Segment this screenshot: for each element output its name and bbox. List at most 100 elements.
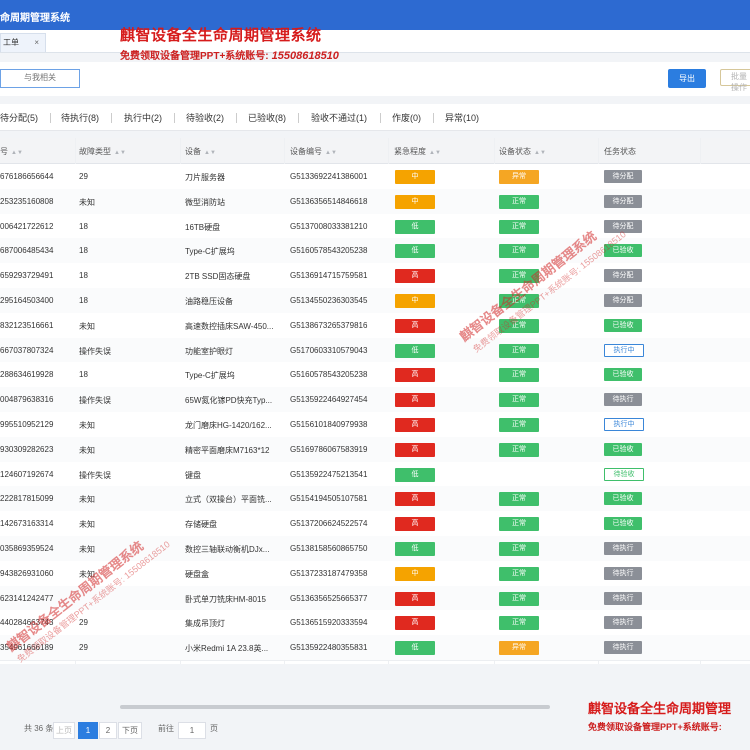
prev-page-button[interactable]: 上页 bbox=[53, 722, 75, 739]
table-row[interactable]: 004879638316 操作失误 65W氮化镓PD快充Typ... G5135922… bbox=[0, 387, 750, 413]
cell-device-code: G5136356525665377 bbox=[290, 593, 368, 603]
cell-device: 油路稳压设备 bbox=[185, 297, 233, 306]
status-tab-pending-exec[interactable]: 待执行(8) bbox=[61, 111, 99, 124]
col-fault-type[interactable]: 故障类型 ▲▼ bbox=[79, 146, 126, 157]
status-tab-accepted[interactable]: 已验收(8) bbox=[248, 111, 286, 124]
cell-device: 功能室护眼灯 bbox=[185, 346, 233, 356]
watermark-subtitle: 免费领取设备管理PPT+系统账号: 15508618510 bbox=[120, 47, 339, 62]
watermark-top: 麒智设备全生命周期管理系统 免费领取设备管理PPT+系统账号: 155086185… bbox=[120, 24, 339, 62]
device-status-badge: 正常 bbox=[499, 591, 539, 606]
cell-fault-type: 18 bbox=[79, 370, 88, 380]
cell-device: 卧式单刀铣床HM-8015 bbox=[185, 594, 266, 604]
task-status-badge: 已验收 bbox=[604, 368, 642, 382]
horizontal-scrollbar[interactable] bbox=[120, 705, 550, 709]
task-status-badge: 待分配 bbox=[604, 194, 642, 208]
divider bbox=[236, 113, 237, 123]
status-tab-rejected[interactable]: 验收不通过(1) bbox=[311, 111, 367, 124]
cell-fault-type: 未知 bbox=[79, 520, 95, 530]
cell-fault-type: 操作失误 bbox=[79, 470, 111, 480]
urgency-badge: 低 bbox=[395, 244, 435, 259]
device-status-badge: 正常 bbox=[499, 566, 539, 581]
cell-no: 035869359524 bbox=[0, 544, 54, 553]
table-row[interactable]: 687006485434 18 Type-C扩展坞 G5160578543205238… bbox=[0, 238, 750, 265]
urgency-badge: 高 bbox=[395, 418, 435, 432]
device-status-badge: 正常 bbox=[499, 418, 539, 432]
sort-icon: ▲▼ bbox=[204, 150, 216, 156]
cell-device-code: G5137206624522574 bbox=[290, 519, 368, 529]
cell-no: 295164503400 bbox=[0, 296, 54, 305]
table-row[interactable]: 354961666189 29 小米Redmi 1A 23.8英... G513592… bbox=[0, 635, 750, 661]
table-row[interactable]: 440284663743 29 集成吊顶灯 G5136515920333594 高正常待… bbox=[0, 610, 750, 637]
cell-device: 立式（双操台）平面铣... bbox=[185, 495, 272, 505]
col-urgency[interactable]: 紧急程度 ▲▼ bbox=[394, 146, 441, 157]
device-status-badge: 正常 bbox=[499, 616, 539, 631]
cell-no: 124607192674 bbox=[0, 469, 54, 479]
cell-fault-type: 未知 bbox=[79, 321, 95, 331]
cell-device: 键盘 bbox=[185, 470, 201, 480]
table-row[interactable]: 222817815099 未知 立式（双操台）平面铣... G515419450510… bbox=[0, 486, 750, 513]
urgency-badge: 高 bbox=[395, 269, 435, 284]
goto-page-input[interactable]: 1 bbox=[178, 722, 206, 739]
status-tab-pending-accept[interactable]: 待验收(2) bbox=[186, 111, 224, 124]
col-device-code[interactable]: 设备编号 ▲▼ bbox=[290, 146, 337, 157]
page-2-button[interactable]: 2 bbox=[99, 722, 117, 739]
export-button[interactable]: 导出 bbox=[668, 69, 706, 88]
cell-no: 995510952129 bbox=[0, 420, 54, 429]
col-device-status[interactable]: 设备状态 ▲▼ bbox=[499, 146, 546, 157]
related-filter[interactable] bbox=[0, 69, 80, 88]
device-status-badge: 正常 bbox=[499, 219, 539, 234]
cell-device-code: G5169786067583919 bbox=[290, 444, 368, 454]
cell-no: 943826931060 bbox=[0, 568, 54, 578]
watermark-bottom-title: 麒智设备全生命周期管理 bbox=[588, 701, 732, 716]
app-title: 命周期管理系统 bbox=[0, 13, 70, 24]
table-row[interactable]: 288634619928 18 Type-C扩展坞 G5160578543205238… bbox=[0, 362, 750, 389]
divider bbox=[298, 113, 299, 123]
cell-no: 142673163314 bbox=[0, 519, 54, 529]
table-row[interactable]: 676186656644 29 刀片服务器 G5133692241386001 中 异常 待… bbox=[0, 164, 750, 190]
table-row[interactable]: 659293729491 18 2TB SSD固态硬盘 G51369147157595… bbox=[0, 263, 750, 289]
cell-device: 小米Redmi 1A 23.8英... bbox=[185, 644, 269, 654]
table-row[interactable]: 667037807324 操作失误 功能室护眼灯 G5170603310579043 低… bbox=[0, 337, 750, 364]
device-status-badge: 正常 bbox=[499, 194, 539, 209]
page-1-button[interactable]: 1 bbox=[78, 722, 98, 739]
related-filter-input[interactable] bbox=[1, 70, 79, 85]
batch-button[interactable]: 批量操作 bbox=[720, 69, 750, 92]
table-row[interactable]: 253235160808 未知 微型消防站 G5136356514846618 中 正常 待… bbox=[0, 188, 750, 215]
table-row[interactable]: 124607192674 操作失误 键盘 G5135922475213541 低 待验收 bbox=[0, 461, 750, 488]
urgency-badge: 中 bbox=[395, 566, 435, 581]
cell-device-code: G5137233187479358 bbox=[290, 568, 368, 578]
table-row[interactable]: 006421722612 18 16TB硬盘 G5137008033381210 低 正常… bbox=[0, 213, 750, 240]
col-no[interactable]: 号 ▲▼ bbox=[0, 146, 23, 157]
cell-device-code: G5134550236303545 bbox=[290, 296, 368, 305]
tab-work-order[interactable]: 工单 × bbox=[0, 33, 46, 52]
table-row[interactable]: 295164503400 18 油路稳压设备 G5134550236303545 中正常… bbox=[0, 288, 750, 314]
sort-icon: ▲▼ bbox=[325, 150, 337, 156]
cell-fault-type: 18 bbox=[79, 271, 88, 281]
cell-device: 16TB硬盘 bbox=[185, 222, 221, 232]
watermark-bottom: 麒智设备全生命周期管理 免费领取设备管理PPT+系统账号: bbox=[588, 698, 731, 733]
divider bbox=[174, 113, 175, 123]
cell-fault-type: 未知 bbox=[79, 421, 95, 430]
cell-fault-type: 29 bbox=[79, 172, 88, 181]
status-tab-pending-assign[interactable]: 待分配(5) bbox=[0, 111, 38, 124]
task-status-badge: 待执行 bbox=[604, 566, 642, 580]
cell-device: 数控三轴联动衡机DJx... bbox=[185, 545, 270, 554]
cell-device-code: G5136356514846618 bbox=[290, 196, 368, 206]
urgency-badge: 高 bbox=[395, 442, 435, 457]
close-icon[interactable]: × bbox=[34, 34, 39, 52]
status-tab-void[interactable]: 作废(0) bbox=[392, 111, 421, 124]
next-page-button[interactable]: 下页 bbox=[118, 722, 142, 739]
goto-label: 前往 bbox=[158, 724, 174, 733]
table-row[interactable]: 930309282623 未知 精密平面磨床M7163*12 G51697860675… bbox=[0, 436, 750, 463]
table-row[interactable]: 142673163314 未知 存储硬盘 G5137206624522574 高 正常 已验… bbox=[0, 511, 750, 537]
status-tab-executing[interactable]: 执行中(2) bbox=[124, 111, 162, 124]
device-status-badge: 异常 bbox=[499, 641, 539, 656]
task-status-badge: 待分配 bbox=[604, 170, 642, 183]
table-row[interactable]: 995510952129 未知 龙门磨床HG-1420/162... G5156101… bbox=[0, 412, 750, 438]
task-status-badge: 已验收 bbox=[604, 517, 642, 531]
status-tab-abnormal[interactable]: 异常(10) bbox=[445, 111, 479, 124]
cell-fault-type: 29 bbox=[79, 643, 88, 653]
table-row[interactable]: 832123516661 未知 高速数控插床SAW-450... G513867326… bbox=[0, 312, 750, 339]
col-device[interactable]: 设备 ▲▼ bbox=[185, 146, 216, 157]
cell-no: 288634619928 bbox=[0, 370, 54, 380]
